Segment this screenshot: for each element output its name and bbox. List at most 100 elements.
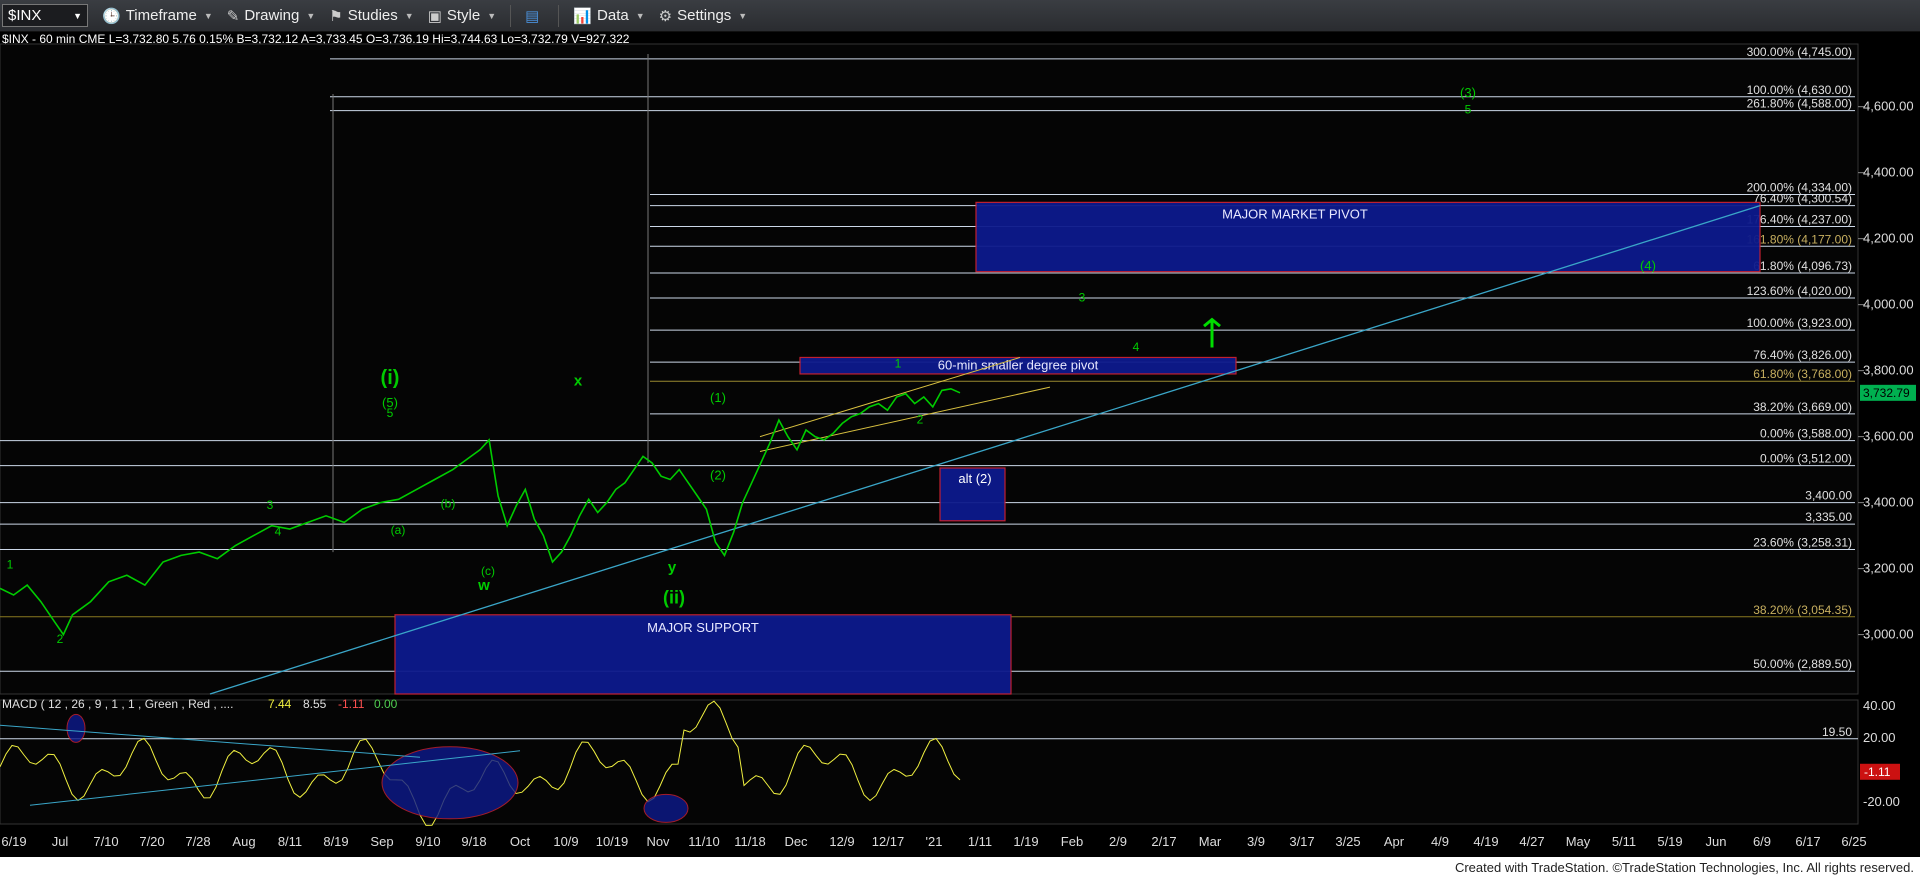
fib-level-label: 161.80% (4,177.00) [1747, 232, 1852, 246]
y-tick-label: 4,200.00 [1863, 231, 1914, 246]
x-tick-label: 7/28 [185, 834, 210, 849]
zone-label: 60-min smaller degree pivot [938, 357, 1099, 372]
x-tick-label: Jul [52, 834, 69, 849]
zone-label: MAJOR SUPPORT [647, 620, 759, 635]
y-tick-label: 3,400.00 [1863, 495, 1914, 510]
x-tick-label: Feb [1061, 834, 1083, 849]
fib-level-label: 3,335.00 [1805, 510, 1852, 524]
y-tick-label: 4,400.00 [1863, 165, 1914, 180]
fib-level-label: 38.20% (3,054.35) [1753, 603, 1852, 617]
zone-label: alt (2) [958, 471, 991, 486]
wave-label: (1) [710, 390, 726, 405]
x-tick-label: 9/18 [461, 834, 486, 849]
footer-credit: Created with TradeStation. ©TradeStation… [1454, 860, 1914, 875]
x-tick-label: Apr [1384, 834, 1405, 849]
fib-level-label: 76.40% (3,826.00) [1753, 348, 1852, 362]
wave-label: 2 [57, 632, 64, 646]
fib-level-label: 300.00% (4,745.00) [1747, 45, 1852, 59]
wave-label: y [668, 559, 677, 576]
y-tick-label: 3,000.00 [1863, 627, 1914, 642]
wave-label: (a) [391, 523, 406, 537]
macd-title: MACD ( 12 , 26 , 9 , 1 , 1 , Green , Red… [2, 697, 233, 711]
fib-level-label: 50.00% (2,889.50) [1753, 657, 1852, 671]
x-tick-label: May [1566, 834, 1591, 849]
fib-level-label: 38.20% (3,669.00) [1753, 400, 1852, 414]
fib-level-label: 261.80% (4,588.00) [1747, 97, 1852, 111]
x-tick-label: 9/10 [415, 834, 440, 849]
fib-level-label: 3,400.00 [1805, 489, 1852, 503]
macd-divergence-zone [381, 746, 519, 820]
x-tick-label: Mar [1199, 834, 1222, 849]
wave-label: (i) [381, 367, 400, 389]
macd-y-tick: -20.00 [1863, 794, 1900, 809]
y-tick-label: 3,200.00 [1863, 561, 1914, 576]
wave-label: 3 [1079, 290, 1086, 304]
x-tick-label: 10/9 [553, 834, 578, 849]
y-tick-label: 4,000.00 [1863, 297, 1914, 312]
x-tick-label: 3/25 [1335, 834, 1360, 849]
wave-label: 3 [267, 498, 274, 512]
fib-level-label: 0.00% (3,512.00) [1760, 452, 1852, 466]
x-tick-label: 4/9 [1431, 834, 1449, 849]
fib-level-label: 61.80% (3,768.00) [1753, 367, 1852, 381]
x-tick-label: Dec [784, 834, 808, 849]
x-tick-label: Nov [646, 834, 670, 849]
y-tick-label: 3,600.00 [1863, 429, 1914, 444]
fib-level-label: 0.00% (3,588.00) [1760, 427, 1852, 441]
wave-label: w [477, 577, 490, 594]
x-tick-label: Oct [510, 834, 531, 849]
macd-value: 0.00 [374, 697, 398, 711]
wave-label: 4 [1133, 340, 1140, 354]
y-tick-label: 3,800.00 [1863, 363, 1914, 378]
x-tick-label: Jun [1706, 834, 1727, 849]
zone-label: MAJOR MARKET PIVOT [1222, 206, 1368, 221]
price-chart[interactable]: 4,600.00 4,400.00 4,200.00 4,000.00 3,800.00… [0, 0, 1920, 857]
macd-y-tick: 40.00 [1863, 698, 1896, 713]
x-tick-label: 6/17 [1795, 834, 1820, 849]
fib-level-label: 61.80% (4,096.73) [1753, 259, 1852, 273]
wave-label: (3) [1460, 85, 1476, 100]
x-tick-label: '21 [926, 834, 943, 849]
fib-level-label: 123.60% (4,020.00) [1747, 284, 1852, 298]
macd-level-label: 19.50 [1822, 725, 1852, 739]
x-tick-label: 12/17 [872, 834, 905, 849]
x-tick-label: 3/9 [1247, 834, 1265, 849]
x-tick-label: 1/11 [968, 834, 992, 849]
macd-divergence-zone [643, 793, 689, 823]
x-tick-label: 8/19 [323, 834, 348, 849]
x-tick-label: Aug [232, 834, 255, 849]
macd-value: 7.44 [268, 697, 292, 711]
fib-level-label: 23.60% (3,258.31) [1753, 535, 1852, 549]
y-tick-label: 4,600.00 [1863, 99, 1914, 114]
macd-y-tick: 20.00 [1863, 730, 1896, 745]
x-tick-label: 1/19 [1013, 834, 1038, 849]
macd-badge-label: -1.11 [1864, 765, 1891, 779]
x-tick-label: 2/9 [1109, 834, 1127, 849]
wave-label: (2) [710, 468, 726, 483]
x-tick-label: 8/11 [278, 834, 302, 849]
macd-value: 8.55 [303, 697, 327, 711]
x-tick-label: 7/10 [93, 834, 118, 849]
macd-value: -1.11 [338, 697, 365, 711]
wave-label: x [574, 372, 583, 389]
fib-level-label: 100.00% (4,630.00) [1747, 83, 1852, 97]
wave-label: (b) [441, 497, 456, 511]
x-tick-label: 3/17 [1289, 834, 1314, 849]
x-tick-label: 6/25 [1841, 834, 1866, 849]
wave-label: (4) [1640, 258, 1656, 273]
wave-label: (5) [382, 395, 398, 410]
wave-label: 4 [275, 525, 282, 539]
x-tick-label: 7/20 [139, 834, 164, 849]
macd-divergence-zone [66, 713, 86, 743]
x-tick-label: Sep [370, 834, 393, 849]
x-tick-label: 11/10 [688, 834, 720, 849]
last-price-label: 3,732.79 [1863, 386, 1910, 400]
x-tick-label: 10/19 [596, 834, 629, 849]
fib-level-label: 176.40% (4,237.00) [1747, 212, 1852, 226]
x-tick-label: 11/18 [734, 834, 766, 849]
x-tick-label: 2/17 [1151, 834, 1176, 849]
fib-level-label: 76.40% (4,300.54) [1753, 192, 1852, 206]
macd-panel [0, 699, 1859, 825]
x-tick-label: 4/19 [1473, 834, 1498, 849]
x-tick-label: 5/11 [1612, 834, 1636, 849]
